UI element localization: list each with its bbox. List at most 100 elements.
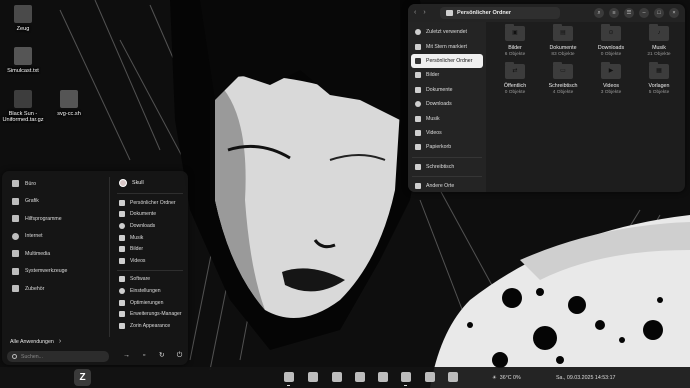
avatar [119, 178, 127, 187]
sidebar-item-starred[interactable]: Mit Stern markiert [411, 39, 483, 53]
desktop-icon-label: Black Sun - Uniformed.tar.gz [2, 111, 44, 124]
minimize-icon[interactable]: – [639, 8, 649, 18]
archive-file-icon [14, 90, 32, 108]
system-software[interactable]: Software [114, 274, 186, 286]
sidebar-item-home[interactable]: Persönlicher Ordner [411, 53, 483, 69]
system-extensions[interactable]: Erweiterungs-Manager [114, 308, 186, 320]
settings-taskbar-icon[interactable] [425, 372, 435, 382]
sidebar-item-desktop[interactable]: Schreibtisch [411, 160, 483, 174]
place-music[interactable]: Musik [114, 232, 186, 244]
view-toggle-icon[interactable]: ≡ [609, 8, 619, 18]
editor-taskbar-icon[interactable] [355, 372, 365, 382]
place-label: Downloads [130, 222, 156, 229]
sidebar-item-label: Schreibtisch [426, 163, 455, 170]
folder-name: Downloads [597, 45, 625, 51]
zorin-menu-button[interactable]: Z [74, 369, 91, 386]
logout-icon[interactable]: → [123, 352, 130, 359]
folder-icon [415, 163, 421, 170]
puzzle-icon [119, 311, 125, 318]
folder-item[interactable]: ⇄ Öffentlich 0 Objekte [492, 62, 538, 95]
lock-icon[interactable]: ▫ [141, 352, 148, 359]
place-videos[interactable]: Videos [114, 255, 186, 267]
music-icon [119, 234, 125, 241]
folder-item[interactable]: ▣ Bilder 6 Objekte [492, 24, 538, 57]
navigation-buttons: ‹ › [414, 9, 426, 16]
folder-item[interactable]: ▶ Videos 3 Objekte [588, 62, 634, 95]
sidebar-item-downloads[interactable]: Downloads [411, 97, 483, 111]
sidebar-item-music[interactable]: Musik [411, 111, 483, 125]
category-label: Büro [25, 180, 36, 187]
place-label: Bilder [130, 246, 144, 253]
chevron-right-icon: › [58, 338, 62, 345]
plus-icon [415, 183, 421, 190]
category-internet[interactable]: Internet [8, 228, 108, 246]
sidebar-item-label: Zuletzt verwendet [426, 29, 467, 36]
system-label: Optimierungen [130, 299, 164, 306]
image-folder-icon: ▣ [505, 24, 525, 41]
category-hilfsprogramme[interactable]: Hilfsprogramme [8, 210, 108, 228]
home-folder-icon [446, 10, 453, 16]
file-manager-taskbar-icon[interactable] [284, 372, 294, 382]
path-label: Persönlicher Ordner [457, 10, 512, 16]
place-pictures[interactable]: Bilder [114, 243, 186, 255]
maximize-icon[interactable]: □ [654, 8, 664, 18]
search-placeholder: Suchen... [21, 353, 43, 360]
category-label: Systemwerkzeuge [25, 268, 68, 275]
film-icon [12, 250, 19, 258]
software-icon [119, 276, 125, 283]
folder-item[interactable]: ⊙ Downloads 0 Objekte [588, 24, 634, 57]
system-settings[interactable]: Einstellungen [114, 285, 186, 297]
category-systemwerkzeuge[interactable]: Systemwerkzeuge [8, 263, 108, 281]
menu-icon[interactable]: ☰ [624, 8, 634, 18]
place-downloads[interactable]: Downloads [114, 220, 186, 232]
sidebar-item-pictures[interactable]: Bilder [411, 68, 483, 82]
all-apps-button[interactable]: Alle Anwendungen › [10, 338, 61, 345]
search-input[interactable]: Suchen... [7, 351, 109, 362]
desktop-icon-svg-cc[interactable]: svg-cc.sh [46, 90, 92, 117]
tools-icon [12, 215, 19, 223]
screenshot-taskbar-icon[interactable] [308, 372, 318, 382]
place-home[interactable]: Persönlicher Ordner [114, 197, 186, 209]
category-zubehoer[interactable]: Zubehör [8, 280, 108, 298]
folder-item[interactable]: ▭ Schreibtisch 4 Objekte [540, 62, 586, 95]
desktop-icon-simulcast[interactable]: Simulcast.txt [0, 47, 46, 74]
forward-icon[interactable]: › [423, 9, 425, 16]
sidebar-item-trash[interactable]: Papierkorb [411, 140, 483, 154]
system-label: Erweiterungs-Manager [130, 311, 182, 318]
document-taskbar-icon[interactable] [401, 372, 411, 382]
user-account[interactable]: Skull [114, 175, 186, 190]
sidebar-item-documents[interactable]: Dokumente [411, 83, 483, 97]
restart-icon[interactable]: ↻ [158, 352, 165, 359]
sidebar-item-videos[interactable]: Videos [411, 126, 483, 140]
document-folder-icon: ▤ [553, 24, 573, 41]
desktop-icon-zeug[interactable]: Zeug [0, 5, 46, 32]
desktop-icon-black-sun[interactable]: Black Sun - Uniformed.tar.gz [0, 90, 46, 124]
terminal-taskbar-icon[interactable] [448, 372, 458, 382]
system-tweaks[interactable]: Optimierungen [114, 297, 186, 309]
power-icon[interactable]: ⏻ [176, 352, 183, 359]
weather-text: 36°C 0% [499, 374, 521, 381]
path-bar[interactable]: Persönlicher Ordner [440, 7, 560, 19]
app-taskbar-icon[interactable] [332, 372, 342, 382]
sidebar-item-other-locations[interactable]: Andere Orte [411, 179, 483, 192]
archive-taskbar-icon[interactable] [378, 372, 388, 382]
back-icon[interactable]: ‹ [414, 9, 416, 16]
clock[interactable]: Sa., 09.03.2025 14:53:17 [556, 372, 616, 383]
sidebar-item-label: Dokumente [426, 86, 453, 93]
folder-item[interactable]: ♪ Musik 21 Objekte [636, 24, 682, 57]
folder-count: 83 Objekte [551, 52, 575, 57]
category-multimedia[interactable]: Multimedia [8, 245, 108, 263]
weather-indicator[interactable]: ☀ 36°C 0% [492, 372, 521, 383]
folder-icon [14, 5, 32, 23]
document-icon [415, 86, 421, 93]
place-documents[interactable]: Dokumente [114, 209, 186, 221]
category-label: Internet [25, 233, 43, 240]
category-grafik[interactable]: Grafik [8, 193, 108, 211]
system-appearance[interactable]: Zorin Appearance [114, 320, 186, 332]
category-buero[interactable]: Büro [8, 175, 108, 193]
close-icon[interactable]: × [669, 8, 679, 18]
sidebar-item-recent[interactable]: Zuletzt verwendet [411, 25, 483, 39]
folder-item[interactable]: ▦ Vorlagen 5 Objekte [636, 62, 682, 95]
search-icon[interactable]: ⌕ [594, 8, 604, 18]
folder-item[interactable]: ▤ Dokumente 83 Objekte [540, 24, 586, 57]
